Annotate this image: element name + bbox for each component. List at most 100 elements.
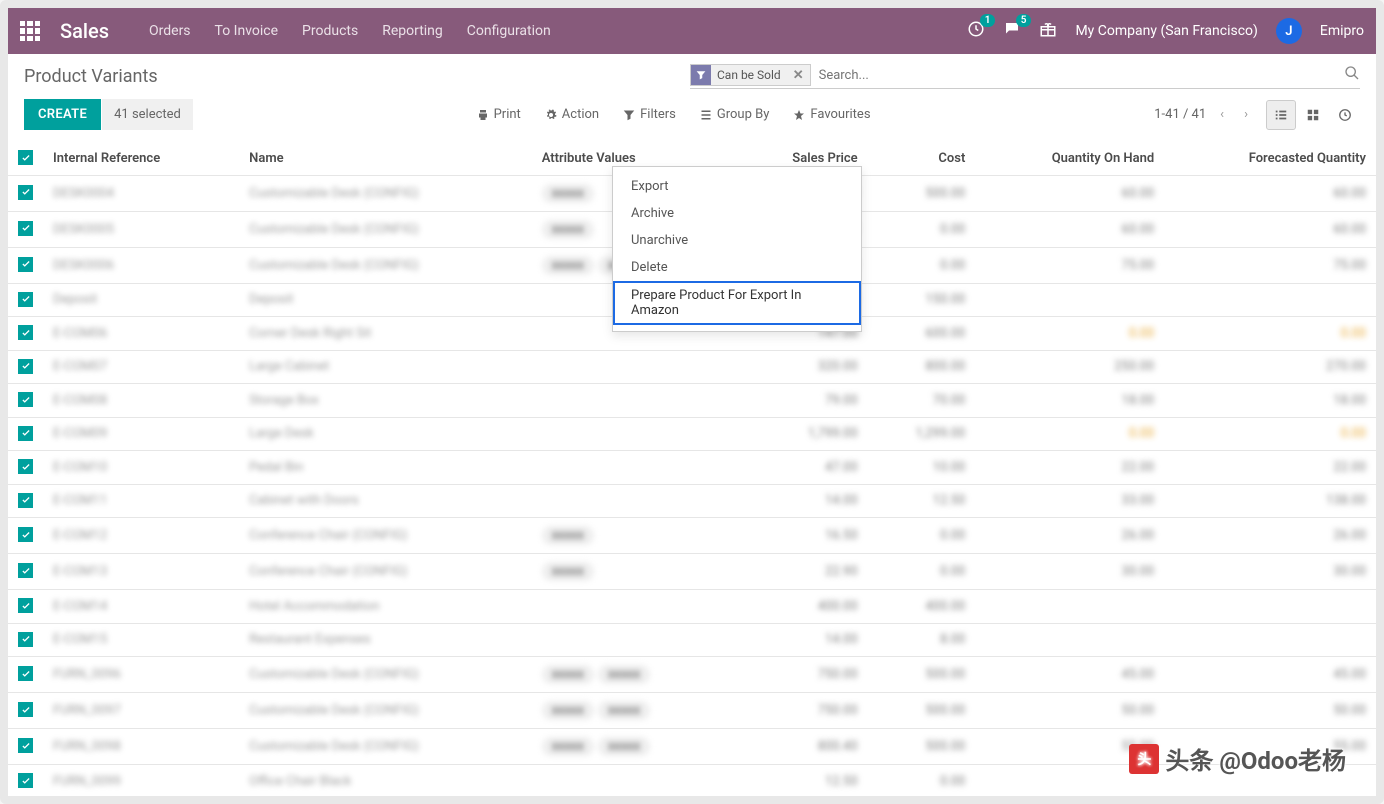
cell-name: Customizable Desk (CONFIG) (239, 247, 532, 283)
apps-icon[interactable] (20, 21, 40, 41)
table-row[interactable]: FURN_0096Customizable Desk (CONFIG)xxxxx… (8, 657, 1376, 693)
cell-fq: 138.00 (1164, 484, 1376, 518)
cell-name: Cabinet with Doors (239, 484, 532, 518)
pager-next[interactable]: › (1238, 103, 1254, 126)
col-ref[interactable]: Internal Reference (43, 142, 239, 175)
cell-price: 16.50 (736, 518, 868, 554)
cell-attrs (532, 590, 736, 624)
activity-icon[interactable]: 1 (967, 20, 985, 42)
view-activity-icon[interactable] (1330, 100, 1360, 130)
cell-ref: FURN_0098 (43, 729, 239, 765)
row-checkbox[interactable] (18, 257, 33, 272)
action-archive[interactable]: Archive (613, 200, 861, 227)
print-button[interactable]: Print (477, 107, 521, 122)
table-row[interactable]: E-COM15Restaurant Expenses14.008.00 (8, 623, 1376, 657)
cell-fq: 30.00 (1164, 554, 1376, 590)
app-brand[interactable]: Sales (60, 19, 109, 43)
gift-icon[interactable] (1039, 20, 1057, 42)
cell-fq: 270.00 (1164, 350, 1376, 384)
action-unarchive[interactable]: Unarchive (613, 227, 861, 254)
action-button[interactable]: Action (545, 107, 599, 122)
nav-orders[interactable]: Orders (149, 23, 191, 39)
table-row[interactable]: E-COM08Storage Box79.0070.0018.0018.00 (8, 384, 1376, 418)
row-checkbox[interactable] (18, 325, 33, 340)
cell-attrs: xxxxxxxxxx (532, 729, 736, 765)
cell-fq: 60.00 (1164, 175, 1376, 211)
row-checkbox[interactable] (18, 632, 33, 647)
row-checkbox[interactable] (18, 666, 33, 681)
table-row[interactable]: E-COM12Conference Chair (CONFIG)xxxxx16.… (8, 518, 1376, 554)
cell-ref: FURN_0097 (43, 693, 239, 729)
username[interactable]: Emipro (1320, 23, 1364, 39)
row-checkbox[interactable] (18, 359, 33, 374)
cell-fq: 45.00 (1164, 657, 1376, 693)
cell-fq: 18.00 (1164, 384, 1376, 418)
discuss-icon[interactable]: 5 (1003, 20, 1021, 42)
col-name[interactable]: Name (239, 142, 532, 175)
row-checkbox[interactable] (18, 185, 33, 200)
pager-prev[interactable]: ‹ (1214, 103, 1230, 126)
cell-name: Large Desk (239, 417, 532, 451)
table-row[interactable]: E-COM13Conference Chair (CONFIG)xxxxx22.… (8, 554, 1376, 590)
table-row[interactable]: FURN_0097Customizable Desk (CONFIG)xxxxx… (8, 693, 1376, 729)
cell-name: Customizable Desk (CONFIG) (239, 211, 532, 247)
nav-products[interactable]: Products (302, 23, 358, 39)
row-checkbox[interactable] (18, 738, 33, 753)
search-icon[interactable] (1344, 65, 1360, 85)
pager-range[interactable]: 1-41 / 41 (1154, 107, 1206, 122)
table-row[interactable]: E-COM10Pedal Bin47.0010.0022.0022.00 (8, 451, 1376, 485)
cell-fq: 75.00 (1164, 247, 1376, 283)
company-selector[interactable]: My Company (San Francisco) (1075, 23, 1257, 39)
cell-name: Restaurant Expenses (239, 623, 532, 657)
table-row[interactable]: E-COM14Hotel Accommodation400.00400.00 (8, 590, 1376, 624)
row-checkbox[interactable] (18, 527, 33, 542)
cell-attrs (532, 484, 736, 518)
table-row[interactable]: E-COM11Cabinet with Doors14.0012.5033.00… (8, 484, 1376, 518)
nav-to-invoice[interactable]: To Invoice (215, 23, 279, 39)
table-row[interactable]: E-COM07Large Cabinet320.00800.00250.0027… (8, 350, 1376, 384)
cell-ref: Deposit (43, 283, 239, 317)
col-cost[interactable]: Cost (868, 142, 976, 175)
cell-attrs: xxxxx (532, 554, 736, 590)
row-checkbox[interactable] (18, 598, 33, 613)
search-input[interactable] (811, 66, 1344, 85)
cell-fq (1164, 623, 1376, 657)
row-checkbox[interactable] (18, 292, 33, 307)
row-checkbox[interactable] (18, 221, 33, 236)
create-button[interactable]: CREATE (24, 99, 101, 130)
view-kanban-icon[interactable] (1298, 100, 1328, 130)
select-all-checkbox[interactable] (18, 150, 33, 165)
filters-button[interactable]: Filters (623, 107, 676, 122)
cell-name: Hotel Accommodation (239, 590, 532, 624)
row-checkbox[interactable] (18, 702, 33, 717)
cell-qoh (975, 623, 1164, 657)
facet-remove[interactable]: ✕ (787, 68, 810, 83)
col-fq[interactable]: Forecasted Quantity (1164, 142, 1376, 175)
row-checkbox[interactable] (18, 459, 33, 474)
cell-price: 12.50 (736, 765, 868, 799)
action-export[interactable]: Export (613, 173, 861, 200)
search-bar[interactable]: Can be Sold ✕ (690, 64, 1360, 89)
cell-qoh: 0.00 (975, 417, 1164, 451)
groupby-button[interactable]: Group By (700, 107, 770, 122)
row-checkbox[interactable] (18, 563, 33, 578)
action-delete[interactable]: Delete (613, 254, 861, 281)
favourites-button[interactable]: Favourites (793, 107, 870, 122)
row-checkbox[interactable] (18, 773, 33, 788)
table-row[interactable]: E-COM09Large Desk1,799.001,299.000.000.0… (8, 417, 1376, 451)
user-avatar[interactable]: J (1276, 18, 1302, 44)
row-checkbox[interactable] (18, 493, 33, 508)
cell-attrs (532, 765, 736, 799)
view-list-icon[interactable] (1266, 100, 1296, 130)
row-checkbox[interactable] (18, 392, 33, 407)
cell-name: Customizable Desk (CONFIG) (239, 175, 532, 211)
cell-qoh: 22.00 (975, 451, 1164, 485)
nav-configuration[interactable]: Configuration (467, 23, 551, 39)
nav-reporting[interactable]: Reporting (382, 23, 443, 39)
row-checkbox[interactable] (18, 426, 33, 441)
cell-qoh: 60.00 (975, 211, 1164, 247)
cell-attrs (532, 350, 736, 384)
cell-price: 22.90 (736, 554, 868, 590)
action-prepare-amazon[interactable]: Prepare Product For Export In Amazon (613, 281, 861, 325)
col-qoh[interactable]: Quantity On Hand (975, 142, 1164, 175)
